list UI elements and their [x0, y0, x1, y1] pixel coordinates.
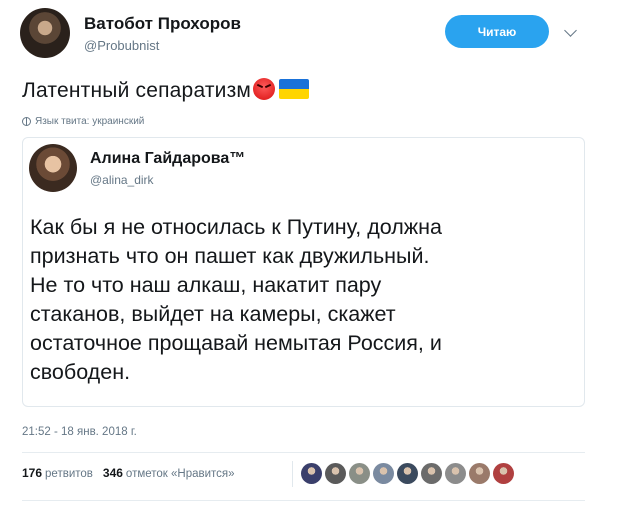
globe-icon [22, 117, 31, 126]
quoted-author-name: Алина Гайдарова™ [90, 150, 246, 167]
language-note-text: Язык твита: украинский [35, 116, 145, 127]
likes-label[interactable]: отметок «Нравится» [126, 468, 235, 480]
tweet-timestamp[interactable]: 21:52 - 18 янв. 2018 г. [22, 426, 137, 438]
liker-avatar[interactable] [397, 463, 418, 484]
ukraine-flag-icon [279, 79, 310, 99]
divider [22, 452, 585, 453]
author-name[interactable]: Ватобот Прохоров [84, 14, 241, 34]
author-handle[interactable]: @Probubnist [84, 38, 159, 53]
liker-avatar[interactable] [301, 463, 322, 484]
angry-face-icon [253, 78, 276, 100]
liker-avatar[interactable] [493, 463, 514, 484]
following-button[interactable]: Читаю [445, 15, 549, 48]
liker-avatar[interactable] [445, 463, 466, 484]
liker-avatar[interactable] [325, 463, 346, 484]
retweets-label[interactable]: ретвитов [45, 468, 93, 480]
quoted-author-handle: @alina_dirk [90, 173, 154, 187]
tweet-stats: 176 ретвитов 346 отметок «Нравится» [22, 466, 235, 480]
quoted-tweet-text: Как бы я не относилась к Путину, должна … [30, 215, 443, 384]
tweet-text: Латентный сепаратизм [22, 78, 310, 103]
retweets-count[interactable]: 176 [22, 466, 42, 480]
author-avatar[interactable] [20, 8, 70, 58]
liker-avatar[interactable] [469, 463, 490, 484]
liker-avatar[interactable] [373, 463, 394, 484]
liker-avatars [301, 463, 514, 484]
chevron-down-icon[interactable] [564, 24, 577, 37]
quoted-author-avatar [29, 144, 77, 192]
likes-count[interactable]: 346 [103, 466, 123, 480]
language-note: Язык твита: украинский [22, 116, 144, 127]
divider [22, 500, 585, 501]
liker-avatar[interactable] [421, 463, 442, 484]
tweet-text-content: Латентный сепаратизм [22, 79, 252, 102]
stats-separator [292, 461, 293, 487]
liker-avatar[interactable] [349, 463, 370, 484]
